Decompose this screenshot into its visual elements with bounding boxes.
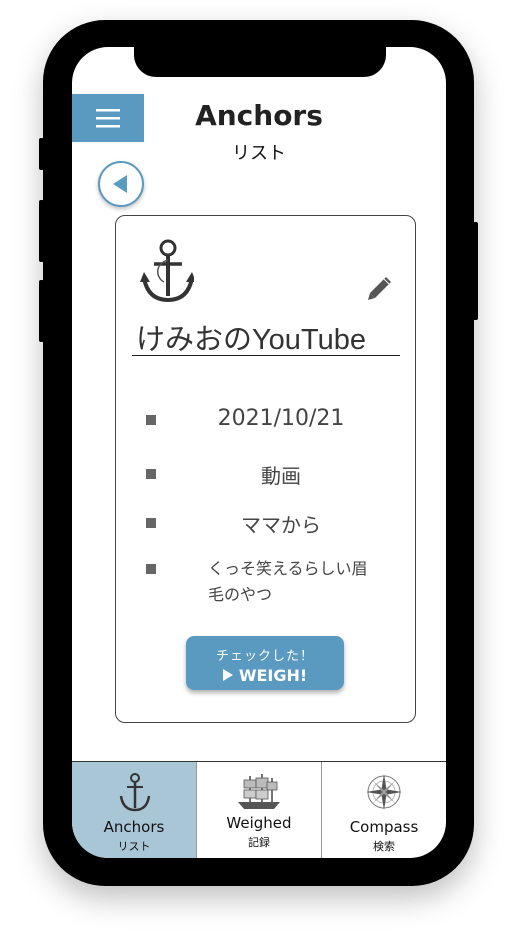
app-screen: Anchors リスト けみおのYouTube 2021/10/21 動画 ママ… [72,47,446,858]
title-underline [132,355,400,356]
detail-date: 2021/10/21 [146,406,386,436]
ship-icon [238,774,280,809]
tab-anchors-sublabel: リスト [117,840,151,853]
tab-weighed-label: Weighed [226,814,292,832]
card-title: けみおのYouTube [136,324,366,356]
volume-up-button [39,200,44,262]
bottom-tab-bar: Anchors リスト Weighed 記録 Compass 検索 [72,761,446,858]
tab-compass-sublabel: 検索 [373,840,395,853]
power-button [473,222,478,320]
anchor-icon [119,773,151,812]
back-button[interactable] [98,161,144,207]
tab-weighed[interactable]: Weighed 記録 [197,762,322,858]
bullet-icon [146,415,156,425]
pencil-icon[interactable] [366,274,394,302]
tab-anchors[interactable]: Anchors リスト [72,762,197,858]
phone-notch [134,47,386,77]
detail-note: くっそ笑えるらしい眉毛のやつ [146,556,386,608]
tab-compass[interactable]: Compass 検索 [322,762,446,858]
volume-down-button [39,280,44,342]
play-left-icon [113,175,127,193]
bullet-icon [146,469,156,479]
detail-category: 動画 [146,460,386,490]
anchor-card: けみおのYouTube 2021/10/21 動画 ママから くっそ笑えるらしい… [115,215,416,723]
detail-source-text: ママから [241,513,321,537]
tab-weighed-sublabel: 記録 [248,836,270,849]
mute-switch [39,138,44,170]
weigh-sublabel: チェックした！ [215,649,314,664]
bullet-icon [146,564,156,574]
play-icon [222,669,233,681]
detail-note-text: くっそ笑えるらしい眉毛のやつ [208,559,368,604]
anchor-icon [140,239,194,303]
detail-date-text: 2021/10/21 [217,406,345,431]
weigh-label-row: WEIGH! [186,666,344,685]
compass-icon [366,774,402,810]
weigh-label: WEIGH! [238,666,308,685]
page-title: Anchors [195,99,323,132]
tab-compass-label: Compass [349,818,419,836]
detail-category-text: 動画 [261,464,301,488]
weigh-button[interactable]: チェックした！ WEIGH! [186,636,344,690]
tab-anchors-label: Anchors [103,818,165,836]
bullet-icon [146,518,156,528]
page-subtitle: リスト [232,143,286,164]
detail-source: ママから [146,509,386,539]
